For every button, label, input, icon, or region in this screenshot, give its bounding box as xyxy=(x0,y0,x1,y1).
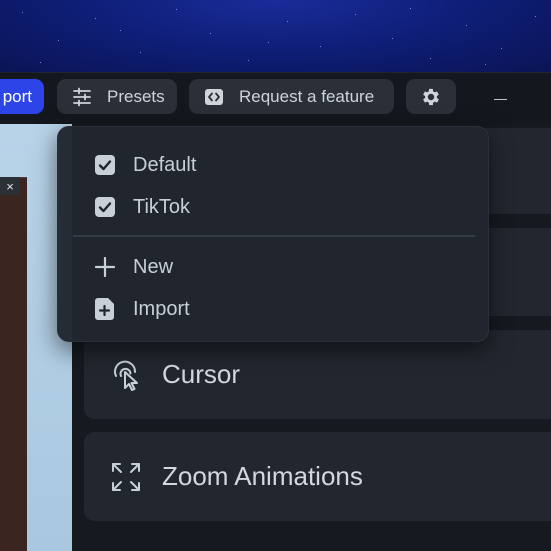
request-feature-label: Request a feature xyxy=(239,86,375,106)
checkbox-checked-icon xyxy=(94,196,116,218)
sliders-icon xyxy=(71,86,93,108)
presets-button[interactable]: Presets xyxy=(57,79,177,114)
cursor-click-icon xyxy=(110,359,142,391)
cursor-section-label: Cursor xyxy=(162,359,241,389)
export-button-label: port xyxy=(2,86,32,106)
cursor-section[interactable]: Cursor xyxy=(84,330,551,419)
export-button[interactable]: port xyxy=(0,79,44,114)
desktop-wallpaper xyxy=(0,0,551,72)
file-plus-icon xyxy=(94,298,116,320)
settings-button[interactable] xyxy=(406,79,456,114)
presets-button-label: Presets xyxy=(107,86,165,106)
gear-icon xyxy=(420,86,442,108)
preset-default-item[interactable]: Default xyxy=(94,150,196,180)
preset-tiktok-item[interactable]: TikTok xyxy=(94,192,190,222)
window-minimize-button[interactable] xyxy=(488,93,512,105)
app-toolbar: port Presets Request a feature xyxy=(0,72,551,124)
zoom-animations-label: Zoom Animations xyxy=(162,461,363,491)
code-icon xyxy=(203,86,225,108)
import-preset-label: Import xyxy=(133,297,190,320)
menu-divider xyxy=(73,235,475,237)
close-icon[interactable]: × xyxy=(0,177,20,195)
zoom-animations-section[interactable]: Zoom Animations xyxy=(84,432,551,521)
checkbox-checked-icon xyxy=(94,154,116,176)
preview-panel xyxy=(0,177,27,551)
preset-default-label: Default xyxy=(133,153,197,176)
zoom-expand-icon xyxy=(110,461,142,493)
new-preset-item[interactable]: New xyxy=(94,252,173,282)
new-preset-label: New xyxy=(133,255,174,278)
presets-dropdown-menu: Default TikTok New Import xyxy=(57,126,489,342)
request-feature-button[interactable]: Request a feature xyxy=(189,79,394,114)
import-preset-item[interactable]: Import xyxy=(94,294,190,324)
plus-icon xyxy=(94,256,116,278)
preset-tiktok-label: TikTok xyxy=(133,195,191,218)
